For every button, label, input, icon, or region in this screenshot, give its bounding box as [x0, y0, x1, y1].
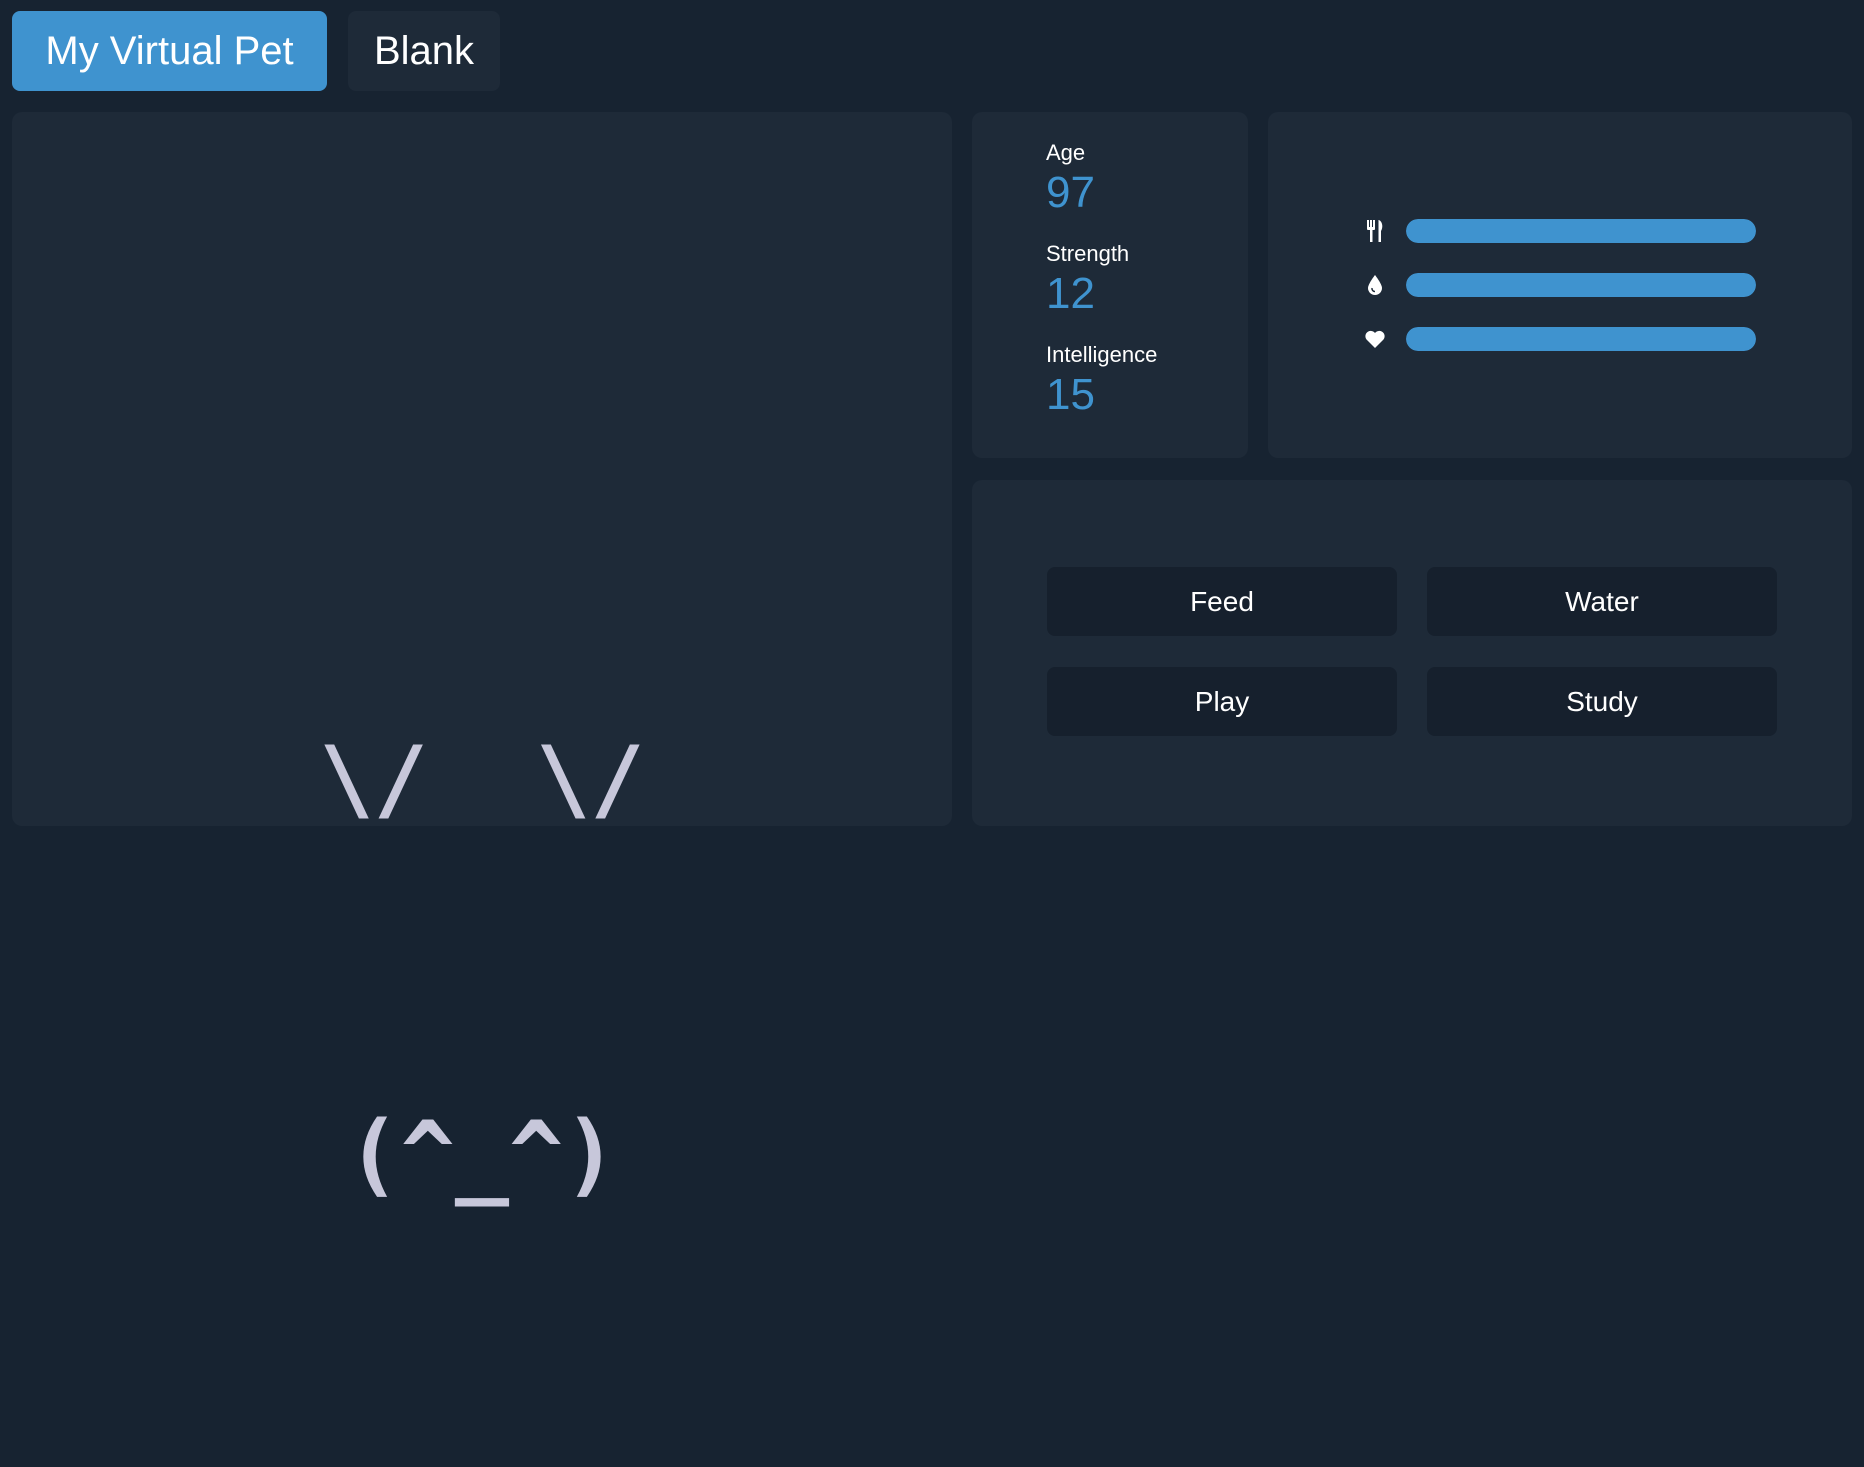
hunger-bar-fill	[1406, 219, 1756, 243]
stat-strength-value: 12	[1046, 269, 1095, 318]
tab-blank[interactable]: Blank	[348, 11, 500, 91]
stat-intelligence-value: 15	[1046, 370, 1095, 419]
meters-panel	[1268, 112, 1852, 458]
meter-happiness	[1364, 327, 1764, 351]
thirst-bar-fill	[1406, 273, 1756, 297]
stat-strength-label: Strength	[1046, 241, 1130, 266]
tab-bar: My Virtual Pet Blank	[12, 11, 500, 91]
heart-icon	[1364, 327, 1386, 351]
stat-strength: Strength 12	[1046, 241, 1129, 321]
study-button[interactable]: Study	[1427, 667, 1777, 736]
meter-thirst	[1364, 273, 1764, 297]
pet-display-panel: \/ \/ (^_^)	[12, 112, 952, 1207]
stat-age-label: Age	[1046, 140, 1086, 165]
stat-age-value: 97	[1046, 168, 1095, 217]
pet-ears: \/ \/	[319, 727, 645, 832]
feed-button[interactable]: Feed	[1047, 567, 1397, 636]
play-button[interactable]: Play	[1047, 667, 1397, 736]
water-button[interactable]: Water	[1427, 567, 1777, 636]
actions-panel: Feed Water Play Study	[972, 480, 1852, 826]
stat-age: Age 97	[1046, 140, 1095, 220]
stat-intelligence: Intelligence 15	[1046, 342, 1157, 422]
stats-panel: Age 97 Strength 12 Intelligence 15	[972, 112, 1248, 458]
happiness-bar-fill	[1406, 327, 1756, 351]
fork-knife-icon	[1364, 219, 1386, 243]
pet-ascii-art: \/ \/ (^_^)	[12, 467, 952, 1467]
happiness-bar	[1406, 327, 1756, 351]
pet-face: (^_^)	[346, 1102, 618, 1207]
thirst-bar	[1406, 273, 1756, 297]
stat-intelligence-label: Intelligence	[1046, 342, 1158, 367]
meter-hunger	[1364, 219, 1764, 243]
hunger-bar	[1406, 219, 1756, 243]
tab-my-virtual-pet[interactable]: My Virtual Pet	[12, 11, 327, 91]
water-drop-icon	[1364, 273, 1386, 297]
